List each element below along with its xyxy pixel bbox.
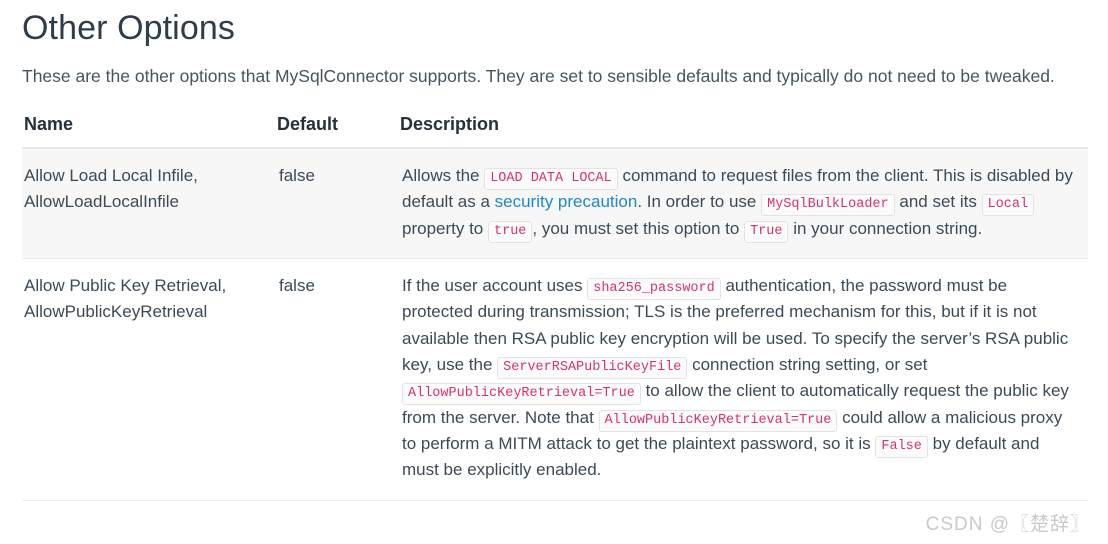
column-header-description: Description xyxy=(400,113,1088,149)
inline-code: LOAD DATA LOCAL xyxy=(484,167,618,190)
inline-code: AllowPublicKeyRetrieval=True xyxy=(402,383,641,406)
table-row: Allow Public Key Retrieval, AllowPublicK… xyxy=(22,258,1088,501)
inline-code: AllowPublicKeyRetrieval=True xyxy=(598,409,838,432)
description-text: Allows the xyxy=(402,165,485,185)
description-text: in your connection string. xyxy=(788,218,983,238)
column-header-name: Name xyxy=(22,113,277,149)
inline-code: true xyxy=(488,220,533,243)
inline-code: False xyxy=(875,436,928,459)
security-precaution-link[interactable]: security precaution xyxy=(495,192,638,211)
description-text: , you must set this option to xyxy=(532,218,745,238)
description-text: . In order to use xyxy=(637,192,762,212)
description-text: If the user account uses xyxy=(402,275,588,295)
description-text: and set its xyxy=(894,192,982,212)
page-container: Other Options These are the other option… xyxy=(0,8,1108,501)
column-header-default: Default xyxy=(277,113,400,149)
cell-option-default: false xyxy=(277,258,400,501)
table-head: Name Default Description xyxy=(22,113,1088,149)
description-text: connection string setting, or set xyxy=(687,354,928,374)
inline-code: sha256_password xyxy=(587,277,721,300)
cell-option-name: Allow Load Local Infile, AllowLoadLocalI… xyxy=(22,147,277,259)
table-header-row: Name Default Description xyxy=(22,113,1088,149)
table-row: Allow Load Local Infile, AllowLoadLocalI… xyxy=(22,147,1088,259)
csdn-watermark: CSDN @〖楚辞〗 xyxy=(925,514,1090,535)
cell-option-name: Allow Public Key Retrieval, AllowPublicK… xyxy=(22,258,277,501)
options-table: Name Default Description Allow Load Loca… xyxy=(22,113,1088,501)
description-text: property to xyxy=(402,218,488,238)
inline-code: Local xyxy=(981,194,1035,217)
cell-option-description: Allows the LOAD DATA LOCAL command to re… xyxy=(400,147,1088,259)
cell-option-description: If the user account uses sha256_password… xyxy=(400,258,1088,501)
table-body: Allow Load Local Infile, AllowLoadLocalI… xyxy=(22,147,1088,501)
inline-code: ServerRSAPublicKeyFile xyxy=(497,356,688,379)
intro-paragraph: These are the other options that MySqlCo… xyxy=(22,65,1055,86)
page-title: Other Options xyxy=(22,9,235,47)
cell-option-default: false xyxy=(277,147,400,259)
inline-code: True xyxy=(744,220,789,243)
inline-code: MySqlBulkLoader xyxy=(761,194,895,217)
